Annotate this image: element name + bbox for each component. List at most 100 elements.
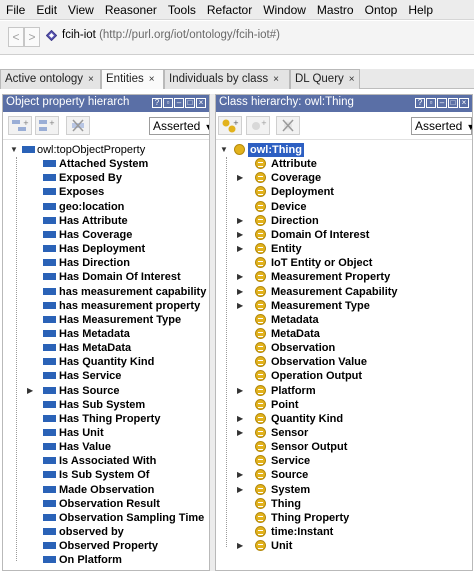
tab-bar: Active ontology × Entities × Individuals b…	[0, 69, 474, 89]
collapsed-arrow-icon[interactable]: ▶	[237, 171, 243, 185]
collapsed-arrow-icon[interactable]: ▶	[27, 384, 33, 398]
close-icon[interactable]: ×	[88, 74, 94, 85]
class-icon	[255, 313, 266, 325]
add-subclass-button[interactable]: +	[218, 116, 242, 135]
expanded-arrow-icon[interactable]: ▼	[10, 143, 18, 157]
class-icon	[255, 469, 266, 481]
class-icon	[255, 412, 266, 424]
object-property-icon	[43, 245, 56, 253]
tab-individuals-by-class[interactable]: Individuals by class ×	[164, 69, 290, 89]
panel-title: Object property hierarch	[6, 96, 130, 108]
menu-ontop[interactable]: Ontop	[359, 3, 403, 17]
collapsed-arrow-icon[interactable]: ▶	[237, 299, 243, 313]
object-property-icon	[43, 301, 56, 309]
minimize-icon[interactable]: –	[174, 98, 184, 108]
collapsed-arrow-icon[interactable]: ▶	[237, 270, 243, 284]
ontology-icon	[46, 30, 57, 41]
collapsed-arrow-icon[interactable]: ▶	[237, 214, 243, 228]
close-icon[interactable]: ×	[149, 74, 155, 85]
menu-help[interactable]: Help	[402, 3, 438, 17]
menu-reasoner[interactable]: Reasoner	[99, 3, 162, 17]
tree-item-label: Deployment	[271, 186, 334, 199]
tree-item-label: observed by	[59, 526, 124, 539]
tree-item-label: IoT Entity or Object	[271, 257, 373, 270]
tree-item-label: Observation Result	[59, 497, 160, 510]
restore-icon[interactable]: ▫	[163, 98, 173, 108]
ontology-iri[interactable]: fcih-iot (http://purl.org/iot/ontology/f…	[62, 29, 280, 41]
collapsed-arrow-icon[interactable]: ▶	[237, 285, 243, 299]
menu-edit[interactable]: Edit	[30, 3, 62, 17]
delete-property-button[interactable]	[66, 116, 90, 135]
close-panel-icon[interactable]: ×	[459, 98, 469, 108]
tree-item-label: Device	[271, 200, 307, 213]
add-sub-property-icon: +	[12, 119, 29, 131]
minimize-icon[interactable]: –	[437, 98, 447, 108]
tree-item-label: Domain Of Interest	[271, 228, 370, 241]
add-sub-property-button[interactable]: +	[8, 116, 32, 135]
svg-text:+: +	[49, 119, 55, 127]
dropdown-arrow-icon: ▼	[466, 122, 472, 132]
tree-item-label: Has Unit	[59, 427, 104, 439]
tree-item-label: Is Associated With	[59, 455, 157, 468]
add-sibling-property-button[interactable]: +	[35, 116, 59, 135]
menu-view[interactable]: View	[62, 3, 99, 17]
close-panel-icon[interactable]: ×	[196, 98, 206, 108]
tab-active-ontology[interactable]: Active ontology ×	[0, 69, 101, 89]
class-icon	[255, 526, 266, 538]
class-hierarchy-panel: Class hierarchy: owl:Thing ? ▫ – □ × + +	[215, 94, 473, 571]
hierarchy-mode-select[interactable]: Asserted▼	[411, 117, 472, 135]
tree-item-label: Exposes	[59, 186, 105, 199]
expanded-arrow-icon[interactable]: ▼	[220, 143, 228, 157]
collapsed-arrow-icon[interactable]: ▶	[237, 483, 243, 497]
object-property-icon	[43, 485, 56, 493]
tree-item-label: On Platform	[59, 554, 122, 567]
object-property-icon	[43, 414, 56, 422]
help-icon[interactable]: ?	[415, 98, 425, 108]
tree-item-label: Has Source	[59, 384, 120, 397]
object-property-icon	[43, 386, 56, 394]
close-icon[interactable]: ×	[349, 74, 355, 85]
collapsed-arrow-icon[interactable]: ▶	[237, 426, 243, 440]
tree-item-label: Quantity Kind	[271, 412, 344, 425]
object-property-icon	[43, 358, 56, 366]
menu-mastro[interactable]: Mastro	[311, 3, 359, 17]
tree-item-label: geo:location	[59, 200, 125, 213]
delete-class-button[interactable]	[276, 116, 300, 135]
collapsed-arrow-icon[interactable]: ▶	[237, 468, 243, 482]
collapsed-arrow-icon[interactable]: ▶	[237, 539, 243, 553]
tree-item-label: Has Metadata	[59, 327, 130, 340]
restore-icon[interactable]: ▫	[426, 98, 436, 108]
class-icon	[255, 441, 266, 453]
collapsed-arrow-icon[interactable]: ▶	[237, 412, 243, 426]
menu-tools[interactable]: Tools	[162, 3, 201, 17]
add-sibling-class-button[interactable]: +	[246, 116, 270, 135]
svg-text:+: +	[233, 119, 239, 127]
tree-item-label: Has Sub System	[59, 398, 146, 411]
object-property-icon	[43, 471, 56, 479]
object-property-icon	[43, 230, 56, 238]
tree-item-label: Is Sub System Of	[59, 469, 150, 482]
panel-header: Object property hierarch ? ▫ – □ ×	[3, 95, 209, 112]
maximize-icon[interactable]: □	[448, 98, 458, 108]
menu-file[interactable]: File	[0, 3, 30, 17]
collapsed-arrow-icon[interactable]: ▶	[237, 228, 243, 242]
close-icon[interactable]: ×	[273, 74, 279, 85]
tab-entities[interactable]: Entities ×	[101, 69, 164, 89]
object-property-icon	[43, 457, 56, 465]
collapsed-arrow-icon[interactable]: ▶	[237, 242, 243, 256]
hierarchy-mode-select[interactable]: Asserted▼	[149, 117, 209, 135]
back-button[interactable]: <	[8, 27, 24, 47]
menu-refactor[interactable]: Refactor	[201, 3, 257, 17]
tab-dl-query[interactable]: DL Query ×	[290, 69, 360, 89]
ontology-address-bar: < > fcih-iot (http://purl.org/iot/ontolo…	[0, 21, 474, 55]
maximize-icon[interactable]: □	[185, 98, 195, 108]
forward-button[interactable]: >	[24, 27, 40, 47]
class-icon	[255, 384, 266, 396]
collapsed-arrow-icon[interactable]: ▶	[237, 384, 243, 398]
class-icon	[255, 398, 266, 410]
menu-window[interactable]: Window	[257, 3, 311, 17]
tree-item-label: Entity	[271, 243, 302, 256]
select-value: Asserted	[153, 119, 201, 133]
help-icon[interactable]: ?	[152, 98, 162, 108]
ontology-name: fcih-iot	[62, 29, 96, 41]
